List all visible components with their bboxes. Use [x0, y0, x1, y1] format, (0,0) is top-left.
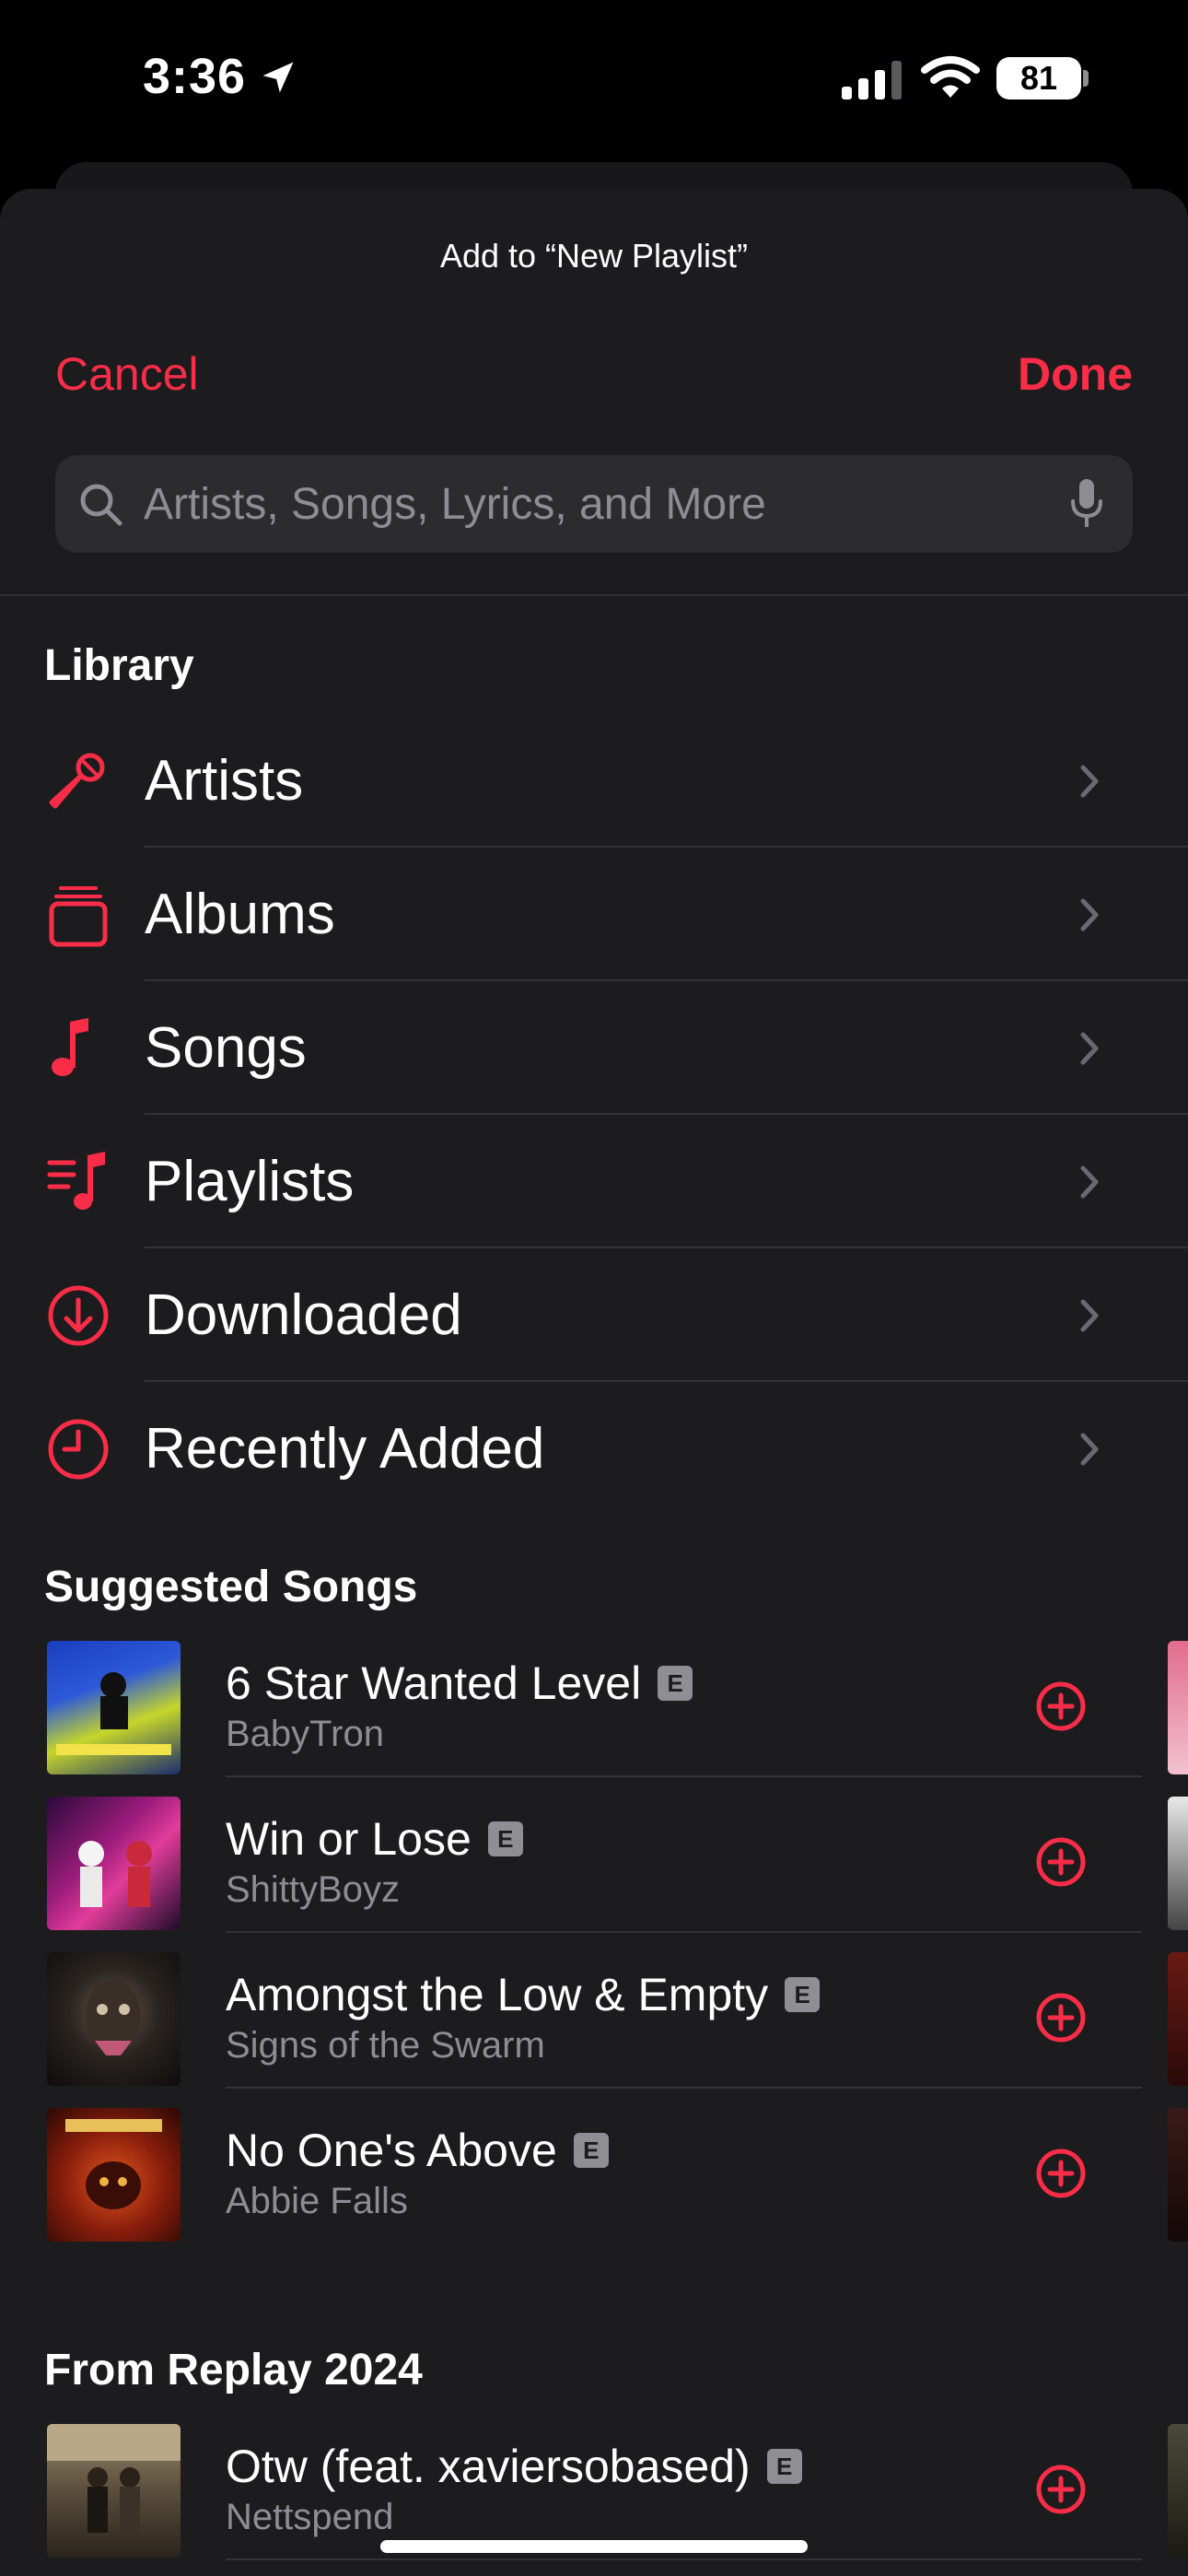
song-artist: ShittyBoyz — [226, 1869, 400, 1910]
album-artwork — [47, 1952, 181, 2086]
chevron-right-icon — [1080, 1032, 1099, 1065]
music-note-icon — [52, 1018, 88, 1076]
library-item-albums[interactable]: Albums — [0, 848, 1188, 981]
suggested-song-row[interactable]: Win or Lose E ShittyBoyz — [0, 1777, 1188, 1933]
add-circle-icon[interactable] — [1035, 1992, 1087, 2043]
album-artwork — [47, 2424, 181, 2558]
cancel-button[interactable]: Cancel — [55, 347, 199, 401]
song-title: 6 Star Wanted Level — [226, 1657, 642, 1709]
library-item-downloaded[interactable]: Downloaded — [0, 1248, 1188, 1382]
battery-cap — [1083, 70, 1089, 87]
microphone-dictation-icon[interactable] — [1068, 477, 1105, 531]
song-title: Amongst the Low & Empty — [226, 1969, 769, 2020]
library-header: Library — [44, 641, 194, 690]
playlist-icon — [47, 1152, 105, 1210]
library-item-label: Recently Added — [145, 1417, 545, 1481]
library-item-label: Playlists — [145, 1150, 355, 1213]
explicit-badge: E — [785, 1977, 821, 2012]
add-circle-icon[interactable] — [1035, 2464, 1087, 2515]
next-column-artwork — [1168, 1952, 1188, 2086]
suggested-songs-header: Suggested Songs — [44, 1563, 418, 1611]
song-title: Otw (feat. xaviersobased) — [226, 2441, 751, 2492]
library-item-label: Albums — [145, 883, 335, 946]
add-circle-icon[interactable] — [1035, 1680, 1087, 1732]
album-artwork — [47, 1797, 181, 1930]
library-item-artists[interactable]: Artists — [0, 714, 1188, 848]
chevron-right-icon — [1080, 898, 1099, 931]
add-to-playlist-sheet: Add to “New Playlist” Cancel Done Librar… — [0, 189, 1188, 2576]
chevron-right-icon — [1080, 1433, 1099, 1466]
explicit-badge: E — [766, 2449, 802, 2484]
next-column-artwork — [1168, 2424, 1188, 2558]
song-artist: Abbie Falls — [226, 2181, 408, 2221]
search-input[interactable] — [144, 455, 1009, 553]
explicit-badge: E — [658, 1666, 693, 1701]
album-artwork — [47, 1641, 181, 1774]
song-artist: Nettspend — [226, 2497, 394, 2537]
next-column-artwork — [1168, 1797, 1188, 1930]
status-bar: 3:36 81 — [0, 0, 1188, 157]
suggested-song-row[interactable]: Amongst the Low & Empty E Signs of the S… — [0, 1933, 1188, 2089]
library-item-label: Downloaded — [145, 1283, 462, 1347]
library-item-playlists[interactable]: Playlists — [0, 1115, 1188, 1248]
library-item-label: Songs — [145, 1016, 307, 1080]
song-artist: Signs of the Swarm — [226, 2025, 545, 2066]
wifi-icon — [921, 56, 980, 98]
song-title: No One's Above — [226, 2125, 557, 2176]
clock-icon — [48, 1419, 109, 1480]
search-icon — [80, 484, 122, 526]
song-title: Win or Lose — [226, 1813, 472, 1865]
album-artwork — [47, 2108, 181, 2242]
location-arrow-icon — [262, 62, 294, 93]
microphone-icon — [49, 753, 105, 809]
replay-song-row[interactable]: Otw (feat. xaviersobased) E Nettspend — [0, 2405, 1188, 2560]
albums-stack-icon — [49, 886, 108, 947]
explicit-badge: E — [573, 2133, 609, 2168]
chevron-right-icon — [1080, 765, 1099, 798]
search-bar[interactable] — [55, 455, 1133, 553]
battery-level: 81 — [1019, 59, 1058, 97]
search-divider — [0, 594, 1188, 596]
status-time: 3:36 — [143, 49, 247, 104]
chevron-right-icon — [1080, 1299, 1099, 1332]
next-column-artwork — [1168, 1641, 1188, 1774]
add-circle-icon[interactable] — [1035, 1836, 1087, 1888]
song-artist: BabyTron — [226, 1714, 384, 1754]
home-indicator[interactable] — [380, 2540, 808, 2553]
explicit-badge: E — [487, 1821, 523, 1856]
suggested-song-row[interactable]: No One's Above E Abbie Falls — [0, 2089, 1188, 2244]
cellular-signal-icon — [842, 61, 902, 100]
chevron-right-icon — [1080, 1165, 1099, 1199]
library-item-label: Artists — [145, 749, 304, 813]
done-button[interactable]: Done — [1018, 347, 1133, 401]
library-item-songs[interactable]: Songs — [0, 981, 1188, 1115]
suggested-song-row[interactable]: 6 Star Wanted Level E BabyTron — [0, 1622, 1188, 1777]
next-column-artwork — [1168, 2108, 1188, 2242]
sheet-title: Add to “New Playlist” — [439, 237, 749, 275]
row-separator — [226, 2558, 1142, 2560]
replay-header: From Replay 2024 — [44, 2346, 423, 2395]
add-circle-icon[interactable] — [1035, 2148, 1087, 2199]
download-circle-icon — [48, 1285, 109, 1346]
library-item-recently-added[interactable]: Recently Added — [0, 1382, 1188, 1516]
battery-indicator: 81 — [996, 57, 1081, 100]
